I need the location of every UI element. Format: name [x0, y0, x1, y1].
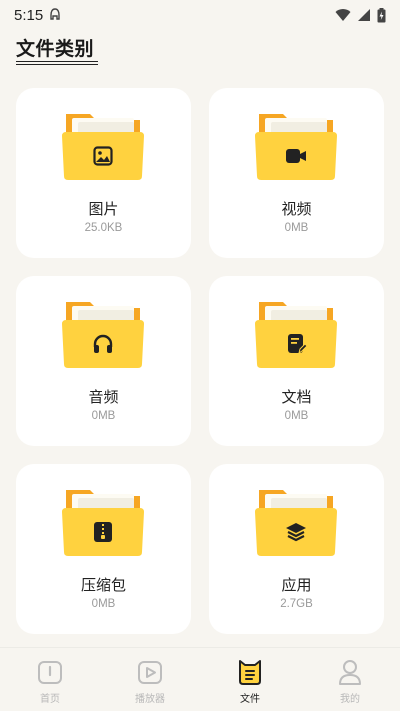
category-name: 图片 [88, 200, 119, 218]
tab-label: 播放器 [135, 694, 165, 705]
category-name: 音频 [88, 388, 119, 406]
tab-label: 我的 [340, 694, 360, 705]
category-card-documents[interactable]: 文档 0MB [209, 276, 384, 446]
category-size: 2.7GB [280, 598, 313, 610]
category-card-audio[interactable]: 音频 0MB [16, 276, 191, 446]
folder-icon [255, 114, 337, 180]
category-card-apps[interactable]: 应用 2.7GB [209, 464, 384, 634]
play-icon [138, 661, 162, 684]
category-name: 视频 [281, 200, 312, 218]
status-icons [335, 7, 386, 23]
category-card-images[interactable]: 图片 25.0KB [16, 88, 191, 258]
headphones-icon [93, 334, 113, 353]
video-icon [286, 149, 306, 163]
signal-icon [358, 9, 370, 21]
document-icon [288, 334, 308, 355]
profile-icon [339, 660, 361, 685]
category-size: 25.0KB [84, 222, 123, 234]
status-bar: 5:15 [0, 0, 400, 30]
category-card-archives[interactable]: 压缩包 0MB [16, 464, 191, 634]
layers-icon [286, 523, 306, 542]
file-icon [239, 660, 261, 685]
tab-player[interactable]: 播放器 [100, 648, 200, 711]
image-icon [93, 146, 113, 166]
category-size: 0MB [91, 598, 116, 610]
page-title: 文件类别 [16, 38, 95, 60]
zip-icon [94, 522, 112, 542]
category-grid: 图片 25.0KB 视频 0MB 音频 0MB 文档 0MB 压缩包 0MB 应… [16, 88, 384, 634]
tab-profile[interactable]: 我的 [300, 648, 400, 711]
tab-home[interactable]: 首页 [0, 648, 100, 711]
category-name: 应用 [281, 576, 312, 594]
category-size: 0MB [284, 222, 309, 234]
bottom-tab-bar: 首页 播放器 文件 我的 [0, 647, 400, 711]
category-size: 0MB [91, 410, 116, 422]
battery-icon [377, 7, 386, 22]
category-card-video[interactable]: 视频 0MB [209, 88, 384, 258]
tab-label: 首页 [40, 694, 60, 705]
category-name: 压缩包 [80, 576, 126, 594]
tab-label: 文件 [240, 694, 260, 705]
folder-icon [62, 114, 144, 180]
status-time: 5:15 [14, 6, 44, 24]
category-size: 0MB [284, 410, 309, 422]
home-icon [38, 661, 62, 684]
tab-files[interactable]: 文件 [200, 648, 300, 711]
notification-icon [50, 8, 60, 20]
wifi-icon [335, 9, 351, 21]
title-underline [16, 61, 98, 65]
category-name: 文档 [281, 388, 312, 406]
